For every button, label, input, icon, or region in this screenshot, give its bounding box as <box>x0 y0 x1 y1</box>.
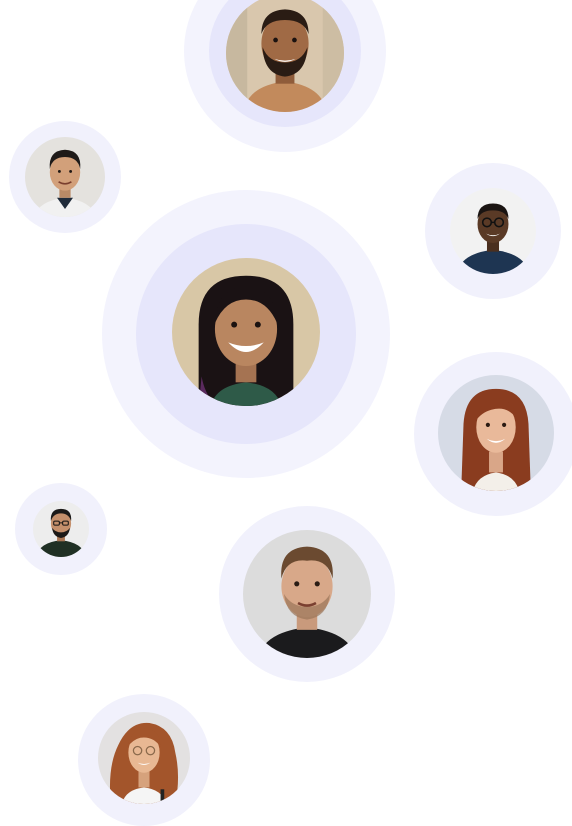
avatar-man-glasses[interactable] <box>450 188 536 274</box>
woman-curly-hair-photo-icon <box>98 712 190 804</box>
avatar-man-stubble[interactable] <box>243 530 371 658</box>
avatar-man-short-hair[interactable] <box>25 137 105 217</box>
man-glasses-photo-icon <box>450 188 536 274</box>
man-stubble-photo-icon <box>243 530 371 658</box>
avatar-woman-curly-hair[interactable] <box>98 712 190 804</box>
avatar-woman-red-hair[interactable] <box>438 375 554 491</box>
man-short-hair-photo-icon <box>25 137 105 217</box>
woman-smiling-photo-icon <box>172 258 320 406</box>
woman-red-hair-photo-icon <box>438 375 554 491</box>
avatar-woman-smiling[interactable] <box>172 258 320 406</box>
avatar-man-glasses-dark[interactable] <box>33 501 89 557</box>
man-glasses-dark-photo-icon <box>33 501 89 557</box>
